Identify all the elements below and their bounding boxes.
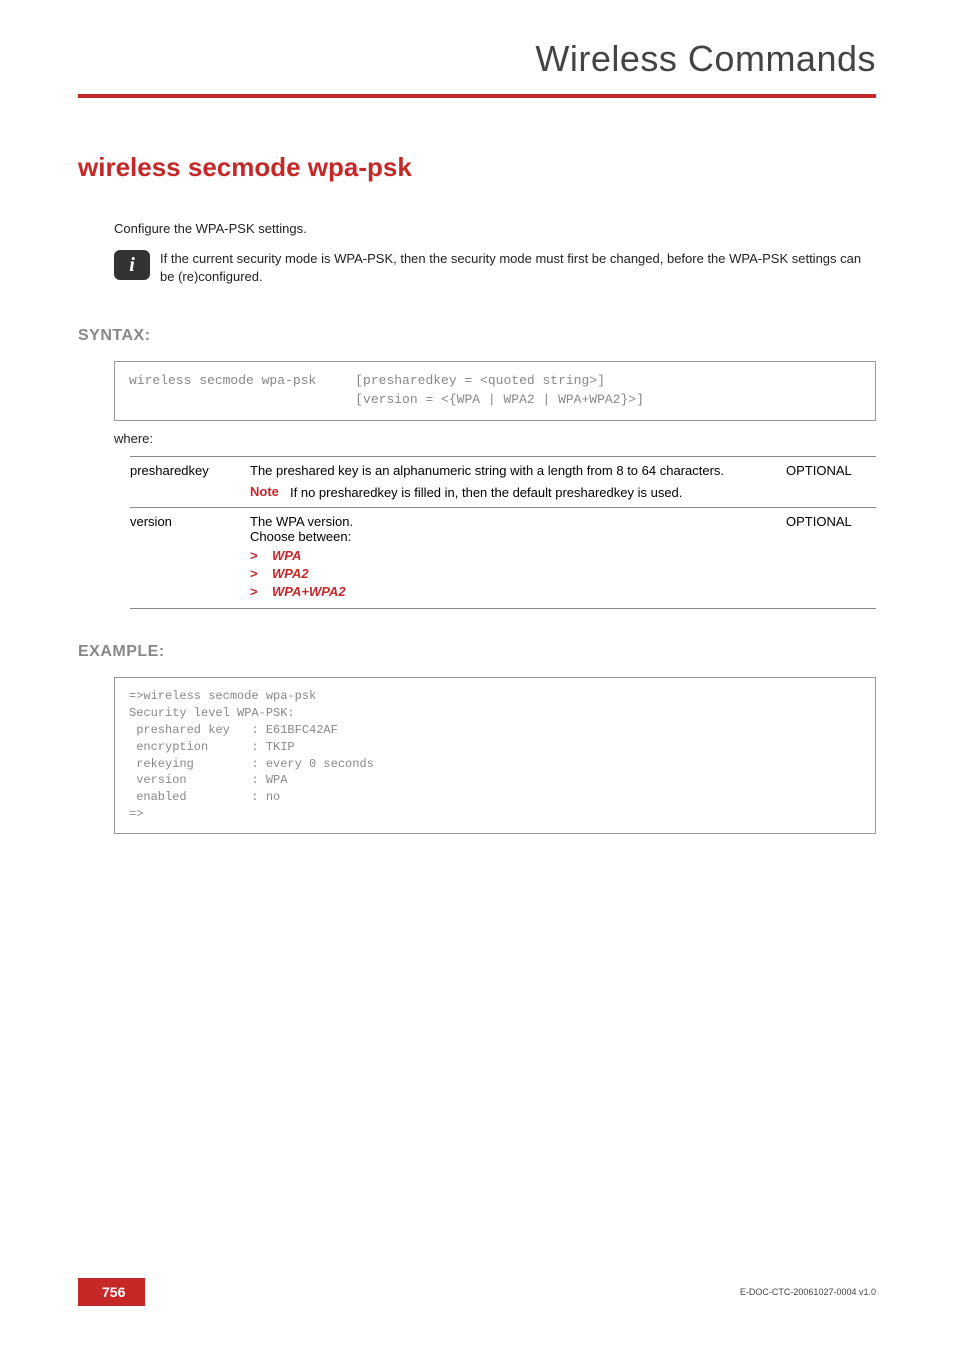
chevron-right-icon: > (250, 584, 272, 599)
command-title: wireless secmode wpa-psk (78, 152, 876, 183)
note-text: If no presharedkey is filled in, then th… (290, 484, 780, 502)
param-note-row: Note If no presharedkey is filled in, th… (250, 484, 780, 502)
table-row: presharedkey The preshared key is an alp… (130, 456, 876, 508)
param-desc-line2: Choose between: (250, 529, 780, 544)
param-desc: The preshared key is an alphanumeric str… (250, 456, 786, 508)
where-label: where: (114, 431, 876, 446)
page-number: 756 (78, 1278, 145, 1306)
param-desc-text: The preshared key is an alphanumeric str… (250, 463, 780, 478)
param-name: version (130, 508, 250, 609)
page-header-title: Wireless Commands (78, 38, 876, 80)
bullet-text: WPA+WPA2 (272, 584, 346, 599)
params-table: presharedkey The preshared key is an alp… (130, 456, 876, 610)
intro-text: Configure the WPA-PSK settings. (114, 221, 876, 236)
syntax-box: wireless secmode wpa-psk [presharedkey =… (114, 361, 876, 421)
param-name: presharedkey (130, 456, 250, 508)
list-item: > WPA (250, 548, 780, 563)
param-optional: OPTIONAL (786, 508, 876, 609)
info-note-row: i If the current security mode is WPA-PS… (114, 250, 876, 285)
chevron-right-icon: > (250, 548, 272, 563)
bullet-list: > WPA > WPA2 > WPA+WPA2 (250, 548, 780, 599)
header-divider (78, 94, 876, 98)
note-label: Note (250, 484, 290, 502)
table-row: version The WPA version. Choose between:… (130, 508, 876, 609)
param-optional: OPTIONAL (786, 456, 876, 508)
example-box: =>wireless secmode wpa-psk Security leve… (114, 677, 876, 833)
bullet-text: WPA2 (272, 566, 309, 581)
chevron-right-icon: > (250, 566, 272, 581)
list-item: > WPA2 (250, 566, 780, 581)
bullet-text: WPA (272, 548, 301, 563)
list-item: > WPA+WPA2 (250, 584, 780, 599)
info-icon: i (114, 250, 150, 280)
page-footer: 756 E-DOC-CTC-20061027-0004 v1.0 (78, 1278, 876, 1306)
info-note-text: If the current security mode is WPA-PSK,… (160, 250, 876, 285)
example-heading: EXAMPLE: (78, 643, 876, 661)
doc-id: E-DOC-CTC-20061027-0004 v1.0 (740, 1287, 876, 1297)
syntax-heading: SYNTAX: (78, 327, 876, 345)
param-desc: The WPA version. Choose between: > WPA >… (250, 508, 786, 609)
param-desc-line1: The WPA version. (250, 514, 780, 529)
